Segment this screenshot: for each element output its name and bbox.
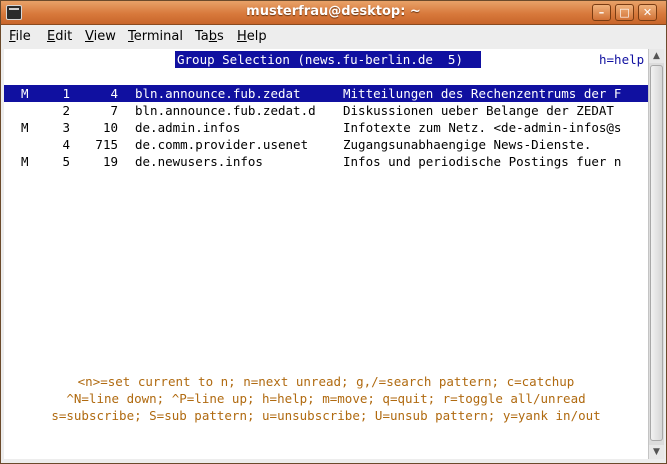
scrollbar-thumb[interactable] bbox=[650, 65, 663, 441]
menu-view[interactable]: View bbox=[85, 29, 116, 44]
menu-tabs[interactable]: Tabs bbox=[195, 29, 224, 44]
group-description: Diskussionen ueber Belange der ZEDAT bbox=[343, 103, 614, 118]
minimize-button[interactable]: – bbox=[592, 4, 611, 21]
terminal-window: musterfrau@desktop: ~ – □ ✕ File Edit Vi… bbox=[0, 0, 667, 464]
group-row[interactable]: 2 7 bln.announce.fub.zedat.d Diskussionen u… bbox=[4, 102, 648, 119]
unread-count: 10 bbox=[102, 120, 118, 135]
terminal-content[interactable]: Group Selection (news.fu-berlin.de 5) h=… bbox=[4, 49, 648, 459]
group-description: Infotexte zum Netz. <de-admin-infos@s bbox=[343, 120, 622, 135]
title-bar[interactable]: musterfrau@desktop: ~ – □ ✕ bbox=[1, 1, 666, 25]
footer-help-line: <n>=set current to n; n=next unread; g,/… bbox=[77, 374, 575, 389]
group-index: 5 bbox=[62, 154, 70, 169]
group-row[interactable]: M 5 19 de.newusers.infos Infos und periodisc… bbox=[4, 153, 648, 170]
close-button[interactable]: ✕ bbox=[638, 4, 657, 21]
footer-help-line: s=subscribe; S=sub pattern; u=unsubscrib… bbox=[51, 408, 601, 423]
group-index: 4 bbox=[62, 137, 70, 152]
maximize-button[interactable]: □ bbox=[615, 4, 634, 21]
footer-help-line: ^N=line down; ^P=line up; h=help; m=move… bbox=[66, 391, 586, 406]
vertical-scrollbar[interactable]: ▲ ▼ bbox=[648, 49, 664, 459]
group-index: 3 bbox=[62, 120, 70, 135]
group-index: 2 bbox=[62, 103, 70, 118]
scroll-up-arrow-icon[interactable]: ▲ bbox=[649, 49, 664, 63]
menu-file[interactable]: File bbox=[9, 29, 31, 44]
window-title: musterfrau@desktop: ~ bbox=[246, 4, 421, 19]
group-mark: M bbox=[21, 86, 29, 101]
help-hint: h=help bbox=[599, 52, 645, 67]
unread-count: 715 bbox=[95, 137, 118, 152]
group-row[interactable]: 4 715 de.comm.provider.usenet Zugangsunabha… bbox=[4, 136, 648, 153]
group-description: Infos und periodische Postings fuer n bbox=[343, 154, 622, 169]
group-name: de.newusers.infos bbox=[135, 154, 263, 169]
scroll-down-arrow-icon[interactable]: ▼ bbox=[649, 445, 664, 459]
group-mark: M bbox=[21, 120, 29, 135]
menu-bar: File Edit View Terminal Tabs Help bbox=[1, 25, 666, 49]
menu-terminal[interactable]: Terminal bbox=[128, 29, 183, 44]
group-mark: M bbox=[21, 154, 29, 169]
unread-count: 7 bbox=[110, 103, 118, 118]
menu-help[interactable]: Help bbox=[237, 29, 267, 44]
group-index: 1 bbox=[62, 86, 70, 101]
group-name: de.comm.provider.usenet bbox=[135, 137, 309, 152]
group-description: Zugangsunabhaengige News-Dienste. bbox=[343, 137, 592, 152]
unread-count: 4 bbox=[110, 86, 118, 101]
group-row[interactable]: M 3 10 de.admin.infos Infotexte zum Netz. <d… bbox=[4, 119, 648, 136]
unread-count: 19 bbox=[102, 154, 118, 169]
group-selection-header: Group Selection (news.fu-berlin.de 5) bbox=[175, 51, 481, 68]
group-name: de.admin.infos bbox=[135, 120, 241, 135]
group-row[interactable]: M 1 4 bln.announce.fub.zedat Mitteilungen de… bbox=[4, 85, 648, 102]
group-name: bln.announce.fub.zedat.d bbox=[135, 103, 316, 118]
group-description: Mitteilungen des Rechenzentrums der F bbox=[343, 86, 622, 101]
group-name: bln.announce.fub.zedat bbox=[135, 86, 301, 101]
menu-edit[interactable]: Edit bbox=[47, 29, 72, 44]
